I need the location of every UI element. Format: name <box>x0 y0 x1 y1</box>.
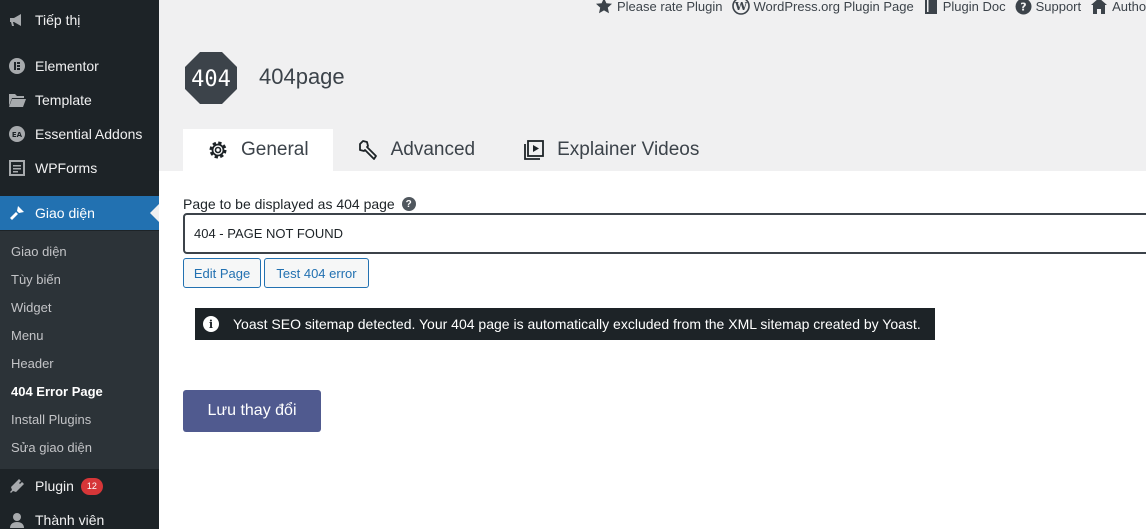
submenu-item-install-plugins[interactable]: Install Plugins <box>11 412 91 427</box>
page-title: 404page <box>259 64 345 89</box>
sidebar-item-essential-addons[interactable]: EA Essential Addons <box>0 117 159 151</box>
sidebar-item-label: Template <box>35 92 92 108</box>
plugin-update-count-badge: 12 <box>80 477 103 495</box>
book-icon <box>924 0 937 14</box>
tab-advanced[interactable]: Advanced <box>333 129 500 171</box>
plugin-top-links: Please rate Plugin W WordPress.org Plugi… <box>595 0 1146 15</box>
admin-sidebar: Tiếp thị Elementor Template EA Essential… <box>0 0 159 529</box>
info-icon: i <box>203 316 219 332</box>
sidebar-item-label: Giao diện <box>35 205 95 221</box>
folder-open-icon <box>0 92 34 108</box>
plugin-doc-link[interactable]: Plugin Doc <box>923 0 1006 15</box>
wrench-icon <box>358 140 377 160</box>
sidebar-item-label: Elementor <box>35 58 99 74</box>
sidebar-item-elementor[interactable]: Elementor <box>0 49 159 83</box>
support-link[interactable]: ? Support <box>1015 0 1081 15</box>
page-select-label: Page to be displayed as 404 page ? <box>183 196 416 212</box>
sidebar-item-wpforms[interactable]: WPForms <box>0 151 159 185</box>
video-icon <box>524 140 545 160</box>
sidebar-item-plugins[interactable]: Plugin 12 <box>0 469 159 503</box>
sidebar-item-label: Plugin <box>35 478 74 494</box>
user-icon <box>0 511 34 529</box>
rate-plugin-link[interactable]: Please rate Plugin <box>595 0 723 15</box>
submenu-item-themes[interactable]: Giao diện <box>11 244 67 259</box>
authors-website-link[interactable]: Authors We <box>1090 0 1146 15</box>
star-icon <box>596 0 612 14</box>
tab-bar: General Advanced Explainer Videos <box>183 129 723 171</box>
gear-icon <box>209 141 227 159</box>
home-icon <box>1091 0 1108 14</box>
notice-text: Yoast SEO sitemap detected. Your 404 pag… <box>233 316 921 332</box>
404-logo: 404 <box>185 52 237 104</box>
submenu-item-404-error-page[interactable]: 404 Error Page <box>11 384 103 399</box>
submenu-item-customize[interactable]: Tùy biến <box>11 272 61 287</box>
save-changes-button[interactable]: Lưu thay đổi <box>183 390 321 432</box>
sidebar-item-label: Tiếp thị <box>35 12 81 28</box>
wordpress-plugin-page-link[interactable]: W WordPress.org Plugin Page <box>731 0 914 15</box>
sidebar-item-label: Thành viên <box>35 512 105 528</box>
elementor-icon <box>0 57 34 75</box>
404-page-select[interactable]: 404 - PAGE NOT FOUND <box>183 213 1146 254</box>
tab-general[interactable]: General <box>183 129 333 171</box>
essential-addons-icon: EA <box>0 125 34 143</box>
sidebar-item-label: Essential Addons <box>35 126 143 142</box>
submenu-item-theme-editor[interactable]: Sửa giao diện <box>11 440 92 455</box>
svg-text:W: W <box>733 0 747 13</box>
sidebar-item-template[interactable]: Template <box>0 83 159 117</box>
svg-text:?: ? <box>1020 0 1026 13</box>
sidebar-item-appearance[interactable]: Giao diện <box>0 196 159 230</box>
test-404-error-button[interactable]: Test 404 error <box>264 258 369 288</box>
submenu-item-widgets[interactable]: Widget <box>11 300 51 315</box>
svg-text:404: 404 <box>191 67 231 92</box>
submenu-item-menus[interactable]: Menu <box>11 328 44 343</box>
sidebar-item-users[interactable]: Thành viên <box>0 503 159 529</box>
tab-explainer-videos[interactable]: Explainer Videos <box>499 129 723 171</box>
sidebar-item-label: WPForms <box>35 160 98 176</box>
plug-icon <box>0 477 34 495</box>
wordpress-icon: W <box>731 0 750 15</box>
svg-text:EA: EA <box>12 131 23 139</box>
active-indicator <box>150 204 159 222</box>
sidebar-item-marketing[interactable]: Tiếp thị <box>0 3 159 37</box>
question-icon: ? <box>1015 0 1032 14</box>
form-icon <box>0 159 34 177</box>
submenu-item-header[interactable]: Header <box>11 356 54 371</box>
yoast-sitemap-notice: i Yoast SEO sitemap detected. Your 404 p… <box>195 308 935 340</box>
edit-page-button[interactable]: Edit Page <box>183 258 261 288</box>
appearance-submenu: Giao diện Tùy biến Widget Menu Header 40… <box>0 231 159 469</box>
help-icon[interactable]: ? <box>401 197 416 211</box>
brush-icon <box>0 204 34 222</box>
megaphone-icon <box>0 11 34 29</box>
